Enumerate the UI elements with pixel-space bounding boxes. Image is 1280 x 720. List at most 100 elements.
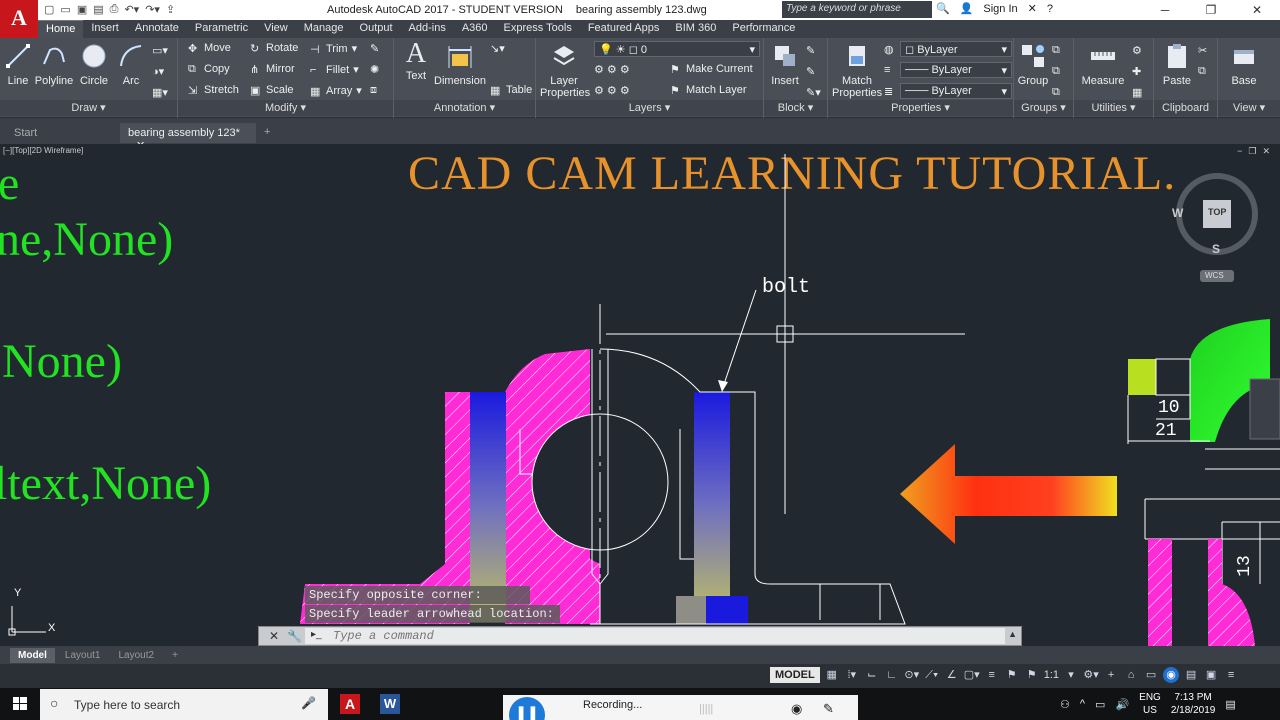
utilities-panel-title[interactable]: Utilities ▾ — [1074, 100, 1153, 116]
units-icon[interactable]: ⌂ — [1123, 667, 1139, 683]
open-icon[interactable]: ▭ — [60, 3, 70, 16]
copy-button[interactable]: ⧉ Copy — [188, 63, 230, 75]
text-button[interactable]: A Text — [402, 40, 430, 83]
dimension-button[interactable]: Dimension — [434, 42, 486, 87]
auto-scale-icon[interactable]: ⚑ — [1024, 667, 1040, 683]
microphone-icon[interactable]: 🎤 — [301, 696, 316, 710]
workspace-gear-icon[interactable]: ⚙▾ — [1083, 667, 1099, 683]
command-history-toggle-icon[interactable]: ▲ — [1008, 629, 1017, 639]
lineweight-dropdown[interactable]: ─── ByLayer ▾ — [900, 83, 1012, 99]
save-icon[interactable]: ▣ — [77, 3, 87, 16]
new-tab-button[interactable]: + — [260, 123, 280, 143]
copy-clip-icon[interactable]: ⧉ — [1198, 65, 1206, 78]
paste-button[interactable]: Paste — [1160, 42, 1194, 87]
isolate-objects-icon[interactable]: ◉ — [1163, 667, 1180, 683]
restore-icon[interactable]: ❐ — [1188, 0, 1234, 20]
create-block-icon[interactable]: ✎ — [806, 44, 815, 57]
tab-express-tools[interactable]: Express Tools — [496, 20, 580, 38]
tab-home[interactable]: Home — [38, 20, 84, 38]
clean-screen-icon[interactable]: ▣ — [1203, 667, 1219, 683]
taskbar-clock[interactable]: 7:13 PM 2/18/2019 — [1171, 691, 1216, 717]
tab-featured-apps[interactable]: Featured Apps — [580, 20, 668, 38]
user-icon[interactable]: 👤 — [960, 2, 974, 15]
customization-icon[interactable]: ≡ — [1223, 667, 1239, 683]
minimize-icon[interactable]: ─ — [1142, 0, 1188, 20]
layer-properties-button[interactable]: Layer Properties — [540, 42, 590, 99]
annotation-visibility-icon[interactable]: ⚑ — [1004, 667, 1020, 683]
calculator-icon[interactable]: ▦ — [1132, 86, 1142, 99]
viewcube-west-label[interactable]: W — [1172, 206, 1183, 220]
polyline-button[interactable]: Polyline — [34, 42, 74, 87]
tab-parametric[interactable]: Parametric — [187, 20, 256, 38]
snap-icon[interactable]: ⁞▾ — [844, 667, 860, 683]
tab-model[interactable]: Model — [10, 647, 55, 663]
close-command-line-icon[interactable]: ✕ — [269, 629, 279, 643]
tab-manage[interactable]: Manage — [296, 20, 352, 38]
tab-layout2[interactable]: Layout2 — [110, 648, 162, 663]
tab-insert[interactable]: Insert — [83, 20, 127, 38]
quick-properties-icon[interactable]: ▭ — [1143, 667, 1159, 683]
offset-icon[interactable]: ⧈ — [370, 84, 377, 97]
explode-icon[interactable]: ✺ — [370, 63, 379, 76]
modify-panel-title[interactable]: Modify ▾ — [178, 100, 393, 116]
grid-icon[interactable]: ▦ — [824, 667, 840, 683]
save-as-icon[interactable]: ▤ — [93, 3, 103, 16]
annotation-scale[interactable]: 1:1 — [1044, 669, 1059, 681]
match-properties-button[interactable]: Match Properties — [832, 42, 882, 99]
tab-annotate[interactable]: Annotate — [127, 20, 187, 38]
block-panel-title[interactable]: Block ▾ — [764, 100, 827, 116]
annotation-panel-title[interactable]: Annotation ▾ — [394, 100, 535, 116]
annotation-monitor-icon[interactable]: + — [1103, 667, 1119, 683]
gradient-icon[interactable]: ▦▾ — [152, 86, 168, 99]
pen-icon[interactable]: ✎ — [823, 701, 834, 717]
help-icon[interactable]: ? — [1047, 3, 1053, 15]
rectangle-icon[interactable]: ▭▾ — [152, 44, 168, 57]
input-language[interactable]: ENG US — [1139, 691, 1161, 717]
draw-panel-title[interactable]: Draw ▾ — [0, 100, 177, 116]
insert-button[interactable]: Insert — [768, 42, 802, 87]
hatch-icon[interactable]: ◑▾ — [152, 65, 164, 78]
network-icon[interactable]: ▭ — [1095, 698, 1105, 711]
measure-button[interactable]: Measure — [1080, 42, 1126, 87]
fillet-button[interactable]: ⌐ Fillet ▾ — [310, 63, 359, 77]
arc-button[interactable]: Arc — [116, 42, 146, 87]
webcam-icon[interactable]: ◉ — [791, 701, 802, 717]
object-snap-icon[interactable]: ▢▾ — [964, 667, 980, 683]
point-style-icon[interactable]: ✚ — [1132, 65, 1141, 78]
color-dropdown[interactable]: ◻ ByLayer ▾ — [900, 41, 1012, 57]
make-current-button[interactable]: ⚑ Make Current — [670, 63, 753, 76]
stretch-button[interactable]: ⇲ Stretch — [188, 84, 239, 97]
rotate-button[interactable]: ↻ Rotate — [250, 42, 298, 55]
start-button[interactable] — [0, 688, 40, 720]
command-input[interactable] — [305, 628, 1005, 644]
start-tab[interactable]: Start — [6, 123, 116, 143]
autocad-taskbar-button[interactable]: A — [330, 688, 370, 720]
line-button[interactable]: Line — [4, 42, 32, 87]
layer-dropdown[interactable]: 💡 ☀ ◻ 0 ▾ — [594, 41, 760, 57]
base-view-button[interactable]: Base — [1226, 42, 1262, 87]
move-button[interactable]: ✥ Move — [188, 42, 231, 55]
model-space-toggle[interactable]: MODEL — [770, 667, 820, 683]
binoculars-icon[interactable]: 🔍 — [936, 2, 950, 15]
wcs-menu[interactable]: WCS — [1205, 271, 1224, 280]
keyword-search-input[interactable]: Type a keyword or phrase — [782, 1, 932, 18]
table-button[interactable]: ▦ Table — [490, 84, 532, 97]
exchange-apps-icon[interactable]: ✕ — [1028, 2, 1037, 15]
match-layer-button[interactable]: ⚑ Match Layer — [670, 84, 747, 97]
redo-icon[interactable]: ↷▾ — [145, 3, 160, 16]
layers-panel-title[interactable]: Layers ▾ — [536, 100, 763, 116]
ortho-icon[interactable]: ∟ — [884, 667, 900, 683]
word-taskbar-button[interactable]: W — [370, 688, 410, 720]
clipboard-panel-title[interactable]: Clipboard — [1154, 100, 1217, 116]
view-panel-title[interactable]: View ▾ — [1218, 100, 1280, 116]
groups-panel-title[interactable]: Groups ▾ — [1014, 100, 1073, 116]
close-icon[interactable]: ✕ — [1234, 0, 1280, 20]
dynamic-input-icon[interactable]: ⌙ — [864, 667, 880, 683]
circle-button[interactable]: Circle — [78, 42, 110, 87]
action-center-icon[interactable]: ▤ — [1225, 698, 1235, 711]
chevron-down-icon[interactable]: ▾ — [1063, 667, 1079, 683]
trim-button[interactable]: ⊣ Trim ▾ — [310, 42, 357, 56]
drawing-canvas[interactable]: [−][Top][2D Wireframe] − ❐ ✕ CAD CAM LEA… — [0, 144, 1280, 646]
mirror-button[interactable]: ⋔ Mirror — [250, 63, 295, 76]
polar-tracking-icon[interactable]: ⊙▾ — [904, 667, 920, 683]
